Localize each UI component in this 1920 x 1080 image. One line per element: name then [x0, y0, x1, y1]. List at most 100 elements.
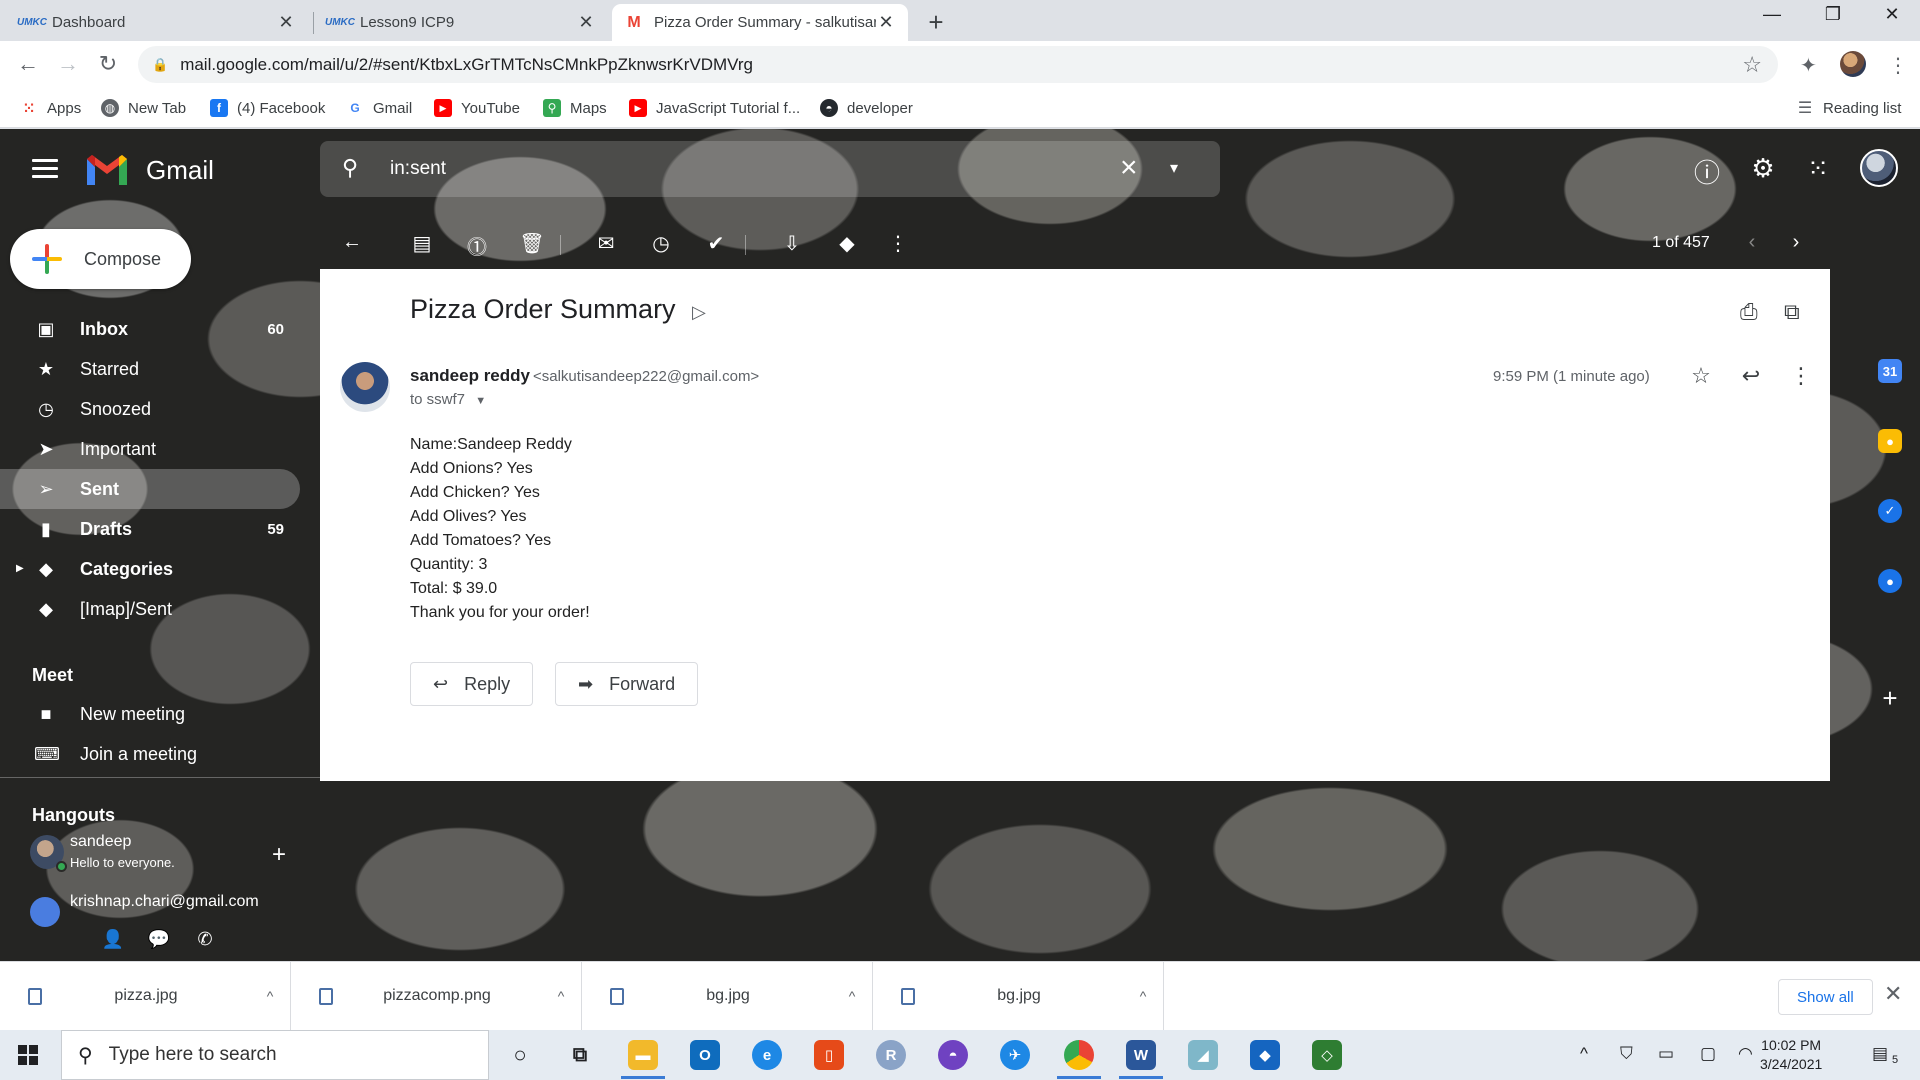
get-addons-icon[interactable]: +	[1878, 683, 1902, 714]
download-options-caret-icon[interactable]: ^	[1123, 988, 1163, 1004]
close-tab-icon[interactable]: ✕	[276, 12, 296, 33]
taskbar-search-box[interactable]: ⚲ Type here to search	[61, 1030, 489, 1080]
contacts-icon[interactable]: ●	[1878, 569, 1902, 593]
show-hidden-icons-icon[interactable]: ^	[1580, 1044, 1588, 1064]
chrome-icon[interactable]	[1064, 1040, 1094, 1070]
notifications-icon[interactable]: ▤	[1872, 1044, 1888, 1064]
battery-icon[interactable]: ▭	[1658, 1044, 1674, 1064]
keep-icon[interactable]: ●	[1878, 429, 1902, 453]
star-message-icon[interactable]: ☆	[1686, 363, 1716, 389]
delete-icon[interactable]: 🗑	[518, 231, 546, 256]
reading-list-button[interactable]: ☰ Reading list	[1796, 99, 1902, 118]
app-icon[interactable]: ◢	[1188, 1040, 1218, 1070]
bookmark-developer[interactable]: ◓ developer	[820, 99, 913, 117]
word-icon[interactable]: W	[1126, 1040, 1156, 1070]
bookmark-star-icon[interactable]: ☆	[1742, 52, 1762, 78]
bookmark-gmail[interactable]: G Gmail	[346, 99, 412, 117]
importance-marker-icon[interactable]: ▷	[692, 302, 706, 323]
mark-unread-icon[interactable]: ✉	[592, 231, 620, 256]
bookmark-maps[interactable]: ⚲ Maps	[543, 99, 607, 117]
calendar-icon[interactable]: 31	[1878, 359, 1902, 383]
download-options-caret-icon[interactable]: ^	[541, 988, 581, 1004]
bookmark-new-tab[interactable]: ◍ New Tab	[101, 99, 186, 117]
new-meeting-button[interactable]: ■ New meeting	[34, 704, 185, 725]
bookmark-javascript-tutorial[interactable]: ▶ JavaScript Tutorial f...	[629, 99, 800, 117]
extensions-icon[interactable]: ✦	[1800, 53, 1817, 78]
show-all-downloads-button[interactable]: Show all	[1778, 979, 1873, 1015]
sidebar-item-sent[interactable]: ➢ Sent	[0, 469, 300, 509]
contacts-person-icon[interactable]: 👤	[96, 929, 130, 950]
close-tab-icon[interactable]: ✕	[576, 12, 596, 33]
sidebar-item-categories[interactable]: ◆ Categories	[0, 549, 300, 589]
browser-tab-pizza-order[interactable]: M Pizza Order Summary - salkutisar ✕	[612, 4, 908, 41]
forward-button[interactable]: ➡ Forward	[555, 662, 699, 706]
lock-icon[interactable]: 🔒	[152, 57, 168, 73]
hangouts-user-name[interactable]: sandeep	[70, 833, 131, 851]
move-to-icon[interactable]: ⇩	[778, 231, 806, 256]
reply-icon[interactable]: ↩	[1736, 363, 1766, 389]
download-item[interactable]: bg.jpg ^	[873, 962, 1164, 1030]
window-close-button[interactable]: ✕	[1872, 4, 1912, 25]
sidebar-item-starred[interactable]: ★ Starred	[0, 349, 300, 389]
bookmark-facebook[interactable]: f (4) Facebook	[210, 99, 325, 117]
help-icon[interactable]: ⓘ	[1690, 153, 1724, 190]
app-icon[interactable]: ◆	[1250, 1040, 1280, 1070]
restore-button[interactable]: ❐	[1813, 4, 1853, 25]
browser-menu-icon[interactable]: ⋮	[1888, 53, 1908, 78]
download-item[interactable]: pizza.jpg ^	[0, 962, 291, 1030]
compose-button[interactable]: Compose	[10, 229, 191, 289]
security-tray-icon[interactable]: ⛉	[1620, 1044, 1633, 1064]
app-icon[interactable]: ✈	[1000, 1040, 1030, 1070]
snooze-icon[interactable]: ◷	[647, 231, 675, 256]
report-spam-icon[interactable]: ⓵	[463, 231, 491, 260]
open-in-new-window-icon[interactable]: ⧉	[1784, 299, 1800, 325]
reload-icon[interactable]: ↻	[94, 51, 122, 77]
cortana-icon[interactable]: ○	[505, 1040, 535, 1070]
sidebar-item-imap-sent[interactable]: ◆ [Imap]/Sent	[0, 589, 300, 629]
wifi-icon[interactable]: ◠	[1738, 1044, 1753, 1064]
download-options-caret-icon[interactable]: ^	[250, 988, 290, 1004]
search-bar[interactable]: ⚲ in:sent × ▾	[320, 141, 1220, 197]
minimize-button[interactable]: —	[1752, 4, 1792, 25]
browser-tab-lesson9[interactable]: UMKC Lesson9 ICP9 ✕	[318, 4, 608, 41]
add-to-tasks-icon[interactable]: ✔	[702, 231, 730, 256]
bookmark-youtube[interactable]: ▶ YouTube	[434, 99, 520, 117]
address-bar[interactable]: 🔒 mail.google.com/mail/u/2/#sent/KtbxLxG…	[138, 46, 1778, 83]
browser-tab-dashboard[interactable]: UMKC Dashboard ✕	[10, 4, 308, 41]
show-details-caret-icon[interactable]: ▼	[475, 395, 486, 407]
hangouts-chat-icon[interactable]: 💬	[142, 929, 176, 950]
display-icon[interactable]: ▢	[1700, 1044, 1716, 1064]
app-icon[interactable]: ◇	[1312, 1040, 1342, 1070]
close-downloads-icon[interactable]: ✕	[1884, 981, 1902, 1007]
older-chevron-icon[interactable]: ›	[1782, 231, 1810, 254]
github-desktop-icon[interactable]: ◓	[938, 1040, 968, 1070]
search-icon[interactable]: ⚲	[342, 155, 358, 181]
account-avatar[interactable]	[1860, 149, 1898, 187]
reply-button[interactable]: ↩ Reply	[410, 662, 534, 706]
taskbar-clock[interactable]: 10:02 PM 3/24/2021	[1760, 1036, 1822, 1074]
sidebar-item-snoozed[interactable]: ◷ Snoozed	[0, 389, 300, 429]
search-input[interactable]: in:sent	[390, 158, 446, 180]
sidebar-item-drafts[interactable]: ▮ Drafts 59	[0, 509, 300, 549]
edge-icon[interactable]: e	[752, 1040, 782, 1070]
task-view-icon[interactable]: ⧉	[565, 1040, 595, 1070]
outlook-icon[interactable]: O	[690, 1040, 720, 1070]
back-to-list-icon[interactable]: ←	[338, 231, 366, 254]
sender-avatar[interactable]	[340, 362, 390, 412]
main-menu-icon[interactable]	[32, 159, 58, 183]
profile-avatar[interactable]	[1840, 51, 1866, 77]
file-explorer-icon[interactable]: ▬	[628, 1040, 658, 1070]
search-options-icon[interactable]: ▾	[1170, 158, 1178, 178]
settings-gear-icon[interactable]: ⚙	[1746, 153, 1780, 184]
sidebar-item-important[interactable]: ➤ Important	[0, 429, 300, 469]
recipient-line[interactable]: to sswf7 ▼	[410, 391, 486, 408]
newer-chevron-icon[interactable]: ‹	[1738, 231, 1766, 254]
forward-icon[interactable]: →	[54, 51, 82, 77]
archive-icon[interactable]: ▤	[408, 231, 436, 256]
contact-avatar[interactable]	[30, 897, 60, 927]
download-item[interactable]: bg.jpg ^	[582, 962, 873, 1030]
r-studio-icon[interactable]: R	[876, 1040, 906, 1070]
download-item[interactable]: pizzacomp.png ^	[291, 962, 582, 1030]
office-icon[interactable]: ▯	[814, 1040, 844, 1070]
sidebar-item-inbox[interactable]: ▣ Inbox 60	[0, 309, 300, 349]
